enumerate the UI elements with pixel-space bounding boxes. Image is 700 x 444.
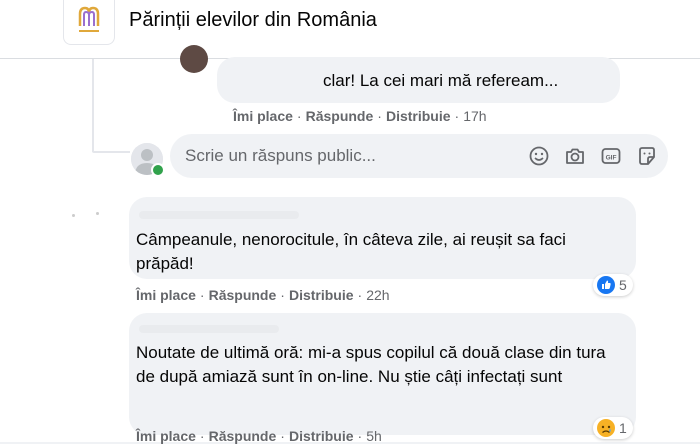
emoji-icon[interactable] — [528, 145, 550, 167]
share-link[interactable]: Distribuie — [289, 287, 354, 303]
comment-text: Câmpeanule, nenorocitule, în câteva zile… — [136, 230, 566, 273]
reaction-badge[interactable]: 5 — [593, 274, 633, 296]
separator: · — [199, 287, 205, 303]
timestamp[interactable]: 22h — [366, 287, 389, 303]
comment-actions: Îmi place · Răspunde · Distribuie · 17h — [233, 108, 487, 124]
reply-input[interactable]: Scrie un răspuns public... GIF — [170, 134, 668, 178]
separator: · — [280, 287, 285, 303]
like-link[interactable]: Îmi place — [233, 108, 293, 124]
reply-toolbar: GIF — [528, 145, 658, 167]
separator: · — [357, 287, 363, 303]
group-header: Părinții elevilor din România — [0, 0, 700, 59]
commenter-name[interactable] — [139, 325, 279, 333]
reply-link[interactable]: Răspunde — [209, 287, 277, 303]
group-logo-icon — [78, 6, 100, 32]
group-logo[interactable] — [63, 0, 115, 45]
timestamp[interactable]: 17h — [463, 108, 486, 124]
comment-text: clar! La cei mari mă refeream... — [323, 71, 559, 90]
like-reaction-icon — [597, 276, 615, 294]
svg-text:GIF: GIF — [606, 155, 617, 162]
share-link[interactable]: Distribuie — [386, 108, 451, 124]
gif-icon[interactable]: GIF — [600, 145, 622, 167]
separator: · — [454, 108, 460, 124]
thread-line-branch — [92, 151, 130, 153]
reply-placeholder: Scrie un răspuns public... — [185, 146, 376, 165]
comments-section: clar! La cei mari mă refeream... Îmi pla… — [0, 45, 700, 444]
comment-text: Noutate de ultimă oră: mi-a spus copilul… — [136, 343, 606, 386]
commenter-name[interactable] — [139, 211, 299, 219]
reaction-count: 5 — [619, 277, 627, 293]
dot-artifact — [96, 212, 99, 215]
camera-icon[interactable] — [564, 145, 586, 167]
separator: · — [296, 108, 302, 124]
reaction-badge[interactable]: 1 — [593, 417, 633, 439]
avatar[interactable] — [180, 45, 208, 73]
group-title[interactable]: Părinții elevilor din România — [129, 9, 377, 32]
dot-artifact — [72, 214, 75, 217]
reaction-count: 1 — [619, 420, 627, 436]
sad-reaction-icon — [597, 419, 615, 437]
sticker-icon[interactable] — [636, 145, 658, 167]
online-status-dot — [151, 163, 165, 177]
reply-link[interactable]: Răspunde — [306, 108, 374, 124]
comment-actions: Îmi place · Răspunde · Distribuie · 22h — [136, 287, 390, 303]
comment-bubble: clar! La cei mari mă refeream... — [217, 57, 620, 103]
separator: · — [377, 108, 382, 124]
comment-bubble: Câmpeanule, nenorocitule, în câteva zile… — [129, 197, 636, 279]
thread-line — [92, 59, 94, 152]
like-link[interactable]: Îmi place — [136, 287, 196, 303]
comment-bubble: Noutate de ultimă oră: mi-a spus copilul… — [129, 313, 636, 435]
